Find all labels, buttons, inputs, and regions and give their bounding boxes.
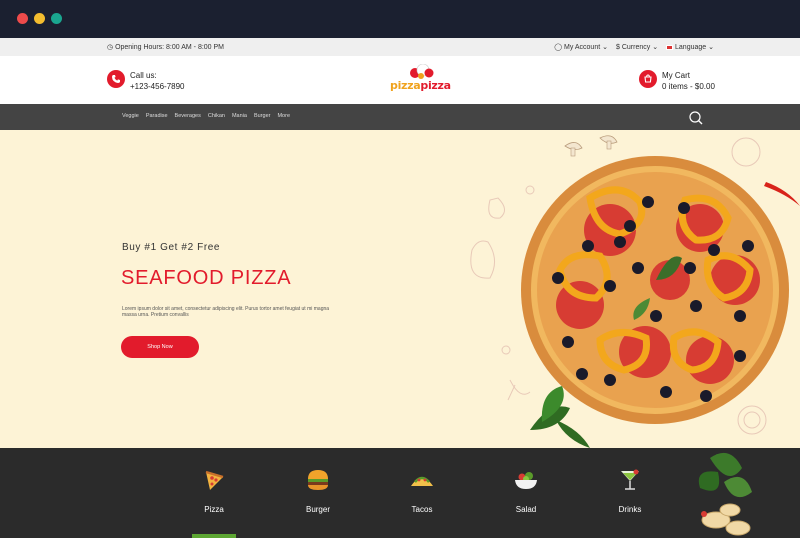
logo-word-2: pizza <box>420 79 451 92</box>
my-account-link[interactable]: ◯ My Account ⌄ <box>554 43 608 51</box>
language-dropdown[interactable]: Language ⌄ <box>666 43 714 51</box>
language-label: Language <box>675 44 707 51</box>
chili-icon <box>764 182 800 206</box>
logo-wordmark: pizzapizza <box>390 79 451 92</box>
cart-icon[interactable] <box>639 70 657 88</box>
cart-label: My Cart <box>662 71 690 80</box>
nav-item-paradise[interactable]: Paradise <box>146 113 168 119</box>
nav-item-chikan[interactable]: Chikan <box>208 113 225 119</box>
nav-item-veggie[interactable]: Veggie <box>122 113 139 119</box>
chevron-down-icon: ⌄ <box>708 44 714 51</box>
category-bar: Pizza Burger Tacos Salad Drinks <box>0 448 800 538</box>
search-icon[interactable] <box>688 110 704 126</box>
my-cart[interactable]: My Cart 0 items - $0.00 <box>662 70 715 92</box>
opening-hours: ◷ Opening Hours: 8:00 AM - 8:00 PM <box>107 43 224 51</box>
tomato-doodle-icon <box>731 137 761 167</box>
site-logo[interactable]: pizzapizza <box>388 64 458 98</box>
call-us-label: Call us: <box>130 71 157 80</box>
main-nav: Veggie Paradise Beverages Chikan Mania B… <box>0 104 800 130</box>
category-pizza[interactable]: Pizza <box>184 468 244 528</box>
hero-title: SEAFOOD PIZZA <box>121 267 292 289</box>
mushroom-icon <box>564 135 618 157</box>
opening-hours-text: Opening Hours: 8:00 AM - 8:00 PM <box>115 44 225 51</box>
category-salad[interactable]: Salad <box>496 468 556 528</box>
hero-promo: Buy #1 Get #2 Free <box>122 242 221 253</box>
hero-description: Lorem ipsum dolor sit amet, consectetur … <box>122 306 330 319</box>
nav-menu: Veggie Paradise Beverages Chikan Mania B… <box>122 113 290 119</box>
flag-icon <box>666 44 674 50</box>
browser-chrome <box>0 0 800 38</box>
nav-item-more[interactable]: More <box>277 113 290 119</box>
tacos-icon <box>411 476 433 486</box>
basil-pasta-icon <box>698 452 752 536</box>
pizza-slice-icon <box>205 470 224 490</box>
nav-item-mania[interactable]: Mania <box>232 113 247 119</box>
category-label: Tacos <box>411 505 433 514</box>
logo-word-1: pizza <box>390 79 421 92</box>
call-us: Call us: +123-456-7890 <box>130 70 185 92</box>
category-label: Drinks <box>618 505 642 514</box>
pepper-doodle-icon <box>470 240 495 279</box>
clock-icon: ◷ <box>107 44 114 51</box>
phone-icon <box>107 70 125 88</box>
hero-banner: Buy #1 Get #2 Free SEAFOOD PIZZA Lorem i… <box>0 130 800 448</box>
chevron-down-icon: ⌄ <box>652 44 659 51</box>
pizza-icon <box>521 156 789 424</box>
shop-now-button[interactable]: Shop Now <box>121 336 199 358</box>
site-header: Call us: +123-456-7890 pizzapizza My Car… <box>0 56 800 104</box>
chevron-down-icon: ⌄ <box>602 44 608 51</box>
website: ◷ Opening Hours: 8:00 AM - 8:00 PM ◯ My … <box>0 38 800 538</box>
salad-icon <box>515 472 537 489</box>
currency-label: $ Currency <box>616 44 651 51</box>
category-label: Salad <box>515 505 537 514</box>
currency-dropdown[interactable]: $ Currency ⌄ <box>616 43 658 51</box>
category-label: Pizza <box>204 505 224 514</box>
category-drinks[interactable]: Drinks <box>600 468 660 528</box>
garlic-doodle-icon <box>488 197 505 219</box>
window-close-dot[interactable] <box>17 13 28 24</box>
top-bar: ◷ Opening Hours: 8:00 AM - 8:00 PM ◯ My … <box>0 38 800 56</box>
burger-icon <box>308 470 328 490</box>
top-bar-menu: ◯ My Account ⌄ $ Currency ⌄ Language ⌄ <box>554 43 714 51</box>
herb-doodle-icon <box>507 379 531 401</box>
category-tacos[interactable]: Tacos <box>392 468 452 528</box>
phone-number[interactable]: +123-456-7890 <box>130 81 185 92</box>
active-category-indicator <box>192 534 236 538</box>
cart-summary: 0 items - $0.00 <box>662 82 715 91</box>
window-minimize-dot[interactable] <box>34 13 45 24</box>
nav-item-beverages[interactable]: Beverages <box>175 113 201 119</box>
drinks-icon <box>621 469 639 490</box>
onion-doodle-icon <box>737 405 767 435</box>
window-maximize-dot[interactable] <box>51 13 62 24</box>
category-label: Burger <box>305 505 330 514</box>
user-icon: ◯ <box>554 44 563 51</box>
seafood-pizza-image <box>470 135 800 448</box>
my-account-label: My Account <box>563 44 601 51</box>
nav-item-burger[interactable]: Burger <box>254 113 271 119</box>
category-burger[interactable]: Burger <box>288 468 348 528</box>
